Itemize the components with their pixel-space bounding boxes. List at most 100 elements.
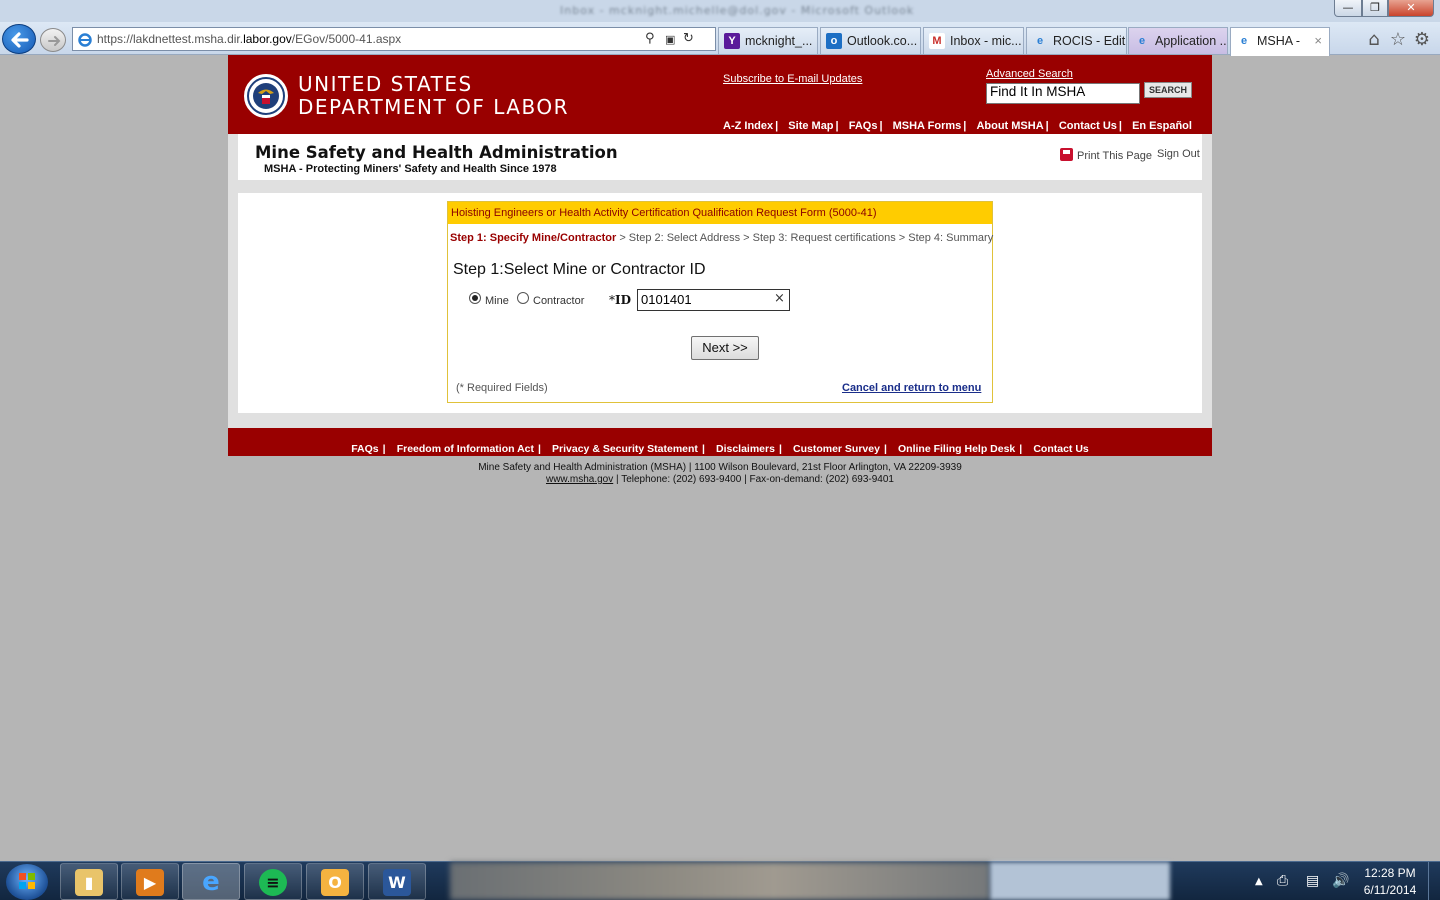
footer-help-desk[interactable]: Online Filing Help Desk [898, 443, 1015, 455]
footer-nav: FAQs | Freedom of Information Act | Privac… [228, 428, 1212, 456]
outlook-icon: o [826, 33, 842, 49]
print-label: Print This Page [1077, 150, 1153, 162]
next-button[interactable]: Next >> [691, 336, 759, 360]
arrow-right-icon [48, 36, 61, 46]
nav-contact-us[interactable]: Contact Us [1059, 120, 1117, 132]
ie-icon: e [1138, 35, 1146, 47]
show-desktop-button[interactable] [1428, 862, 1440, 900]
taskbar-media-player[interactable]: ▶ [121, 863, 179, 900]
url-text: https://lakdnettest.msha.dir.labor.gov/E… [97, 32, 402, 46]
nav-en-espanol[interactable]: En Español [1132, 120, 1192, 132]
window-titlebar: Inbox - mcknight.michelle@dol.gov - Micr… [0, 0, 1440, 22]
gear-icon[interactable]: ⚙ [1412, 30, 1432, 50]
clock-time[interactable]: 12:28 PM [1358, 866, 1422, 880]
search-button[interactable]: SEARCH [1144, 82, 1192, 98]
volume-icon[interactable]: 🔊 [1332, 873, 1349, 889]
footer-foia[interactable]: Freedom of Information Act [397, 443, 534, 455]
ie-icon: e [1240, 35, 1248, 47]
spotify-icon: ≡ [259, 869, 287, 896]
footer-contact-line: www.msha.gov | Telephone: (202) 693-9400… [228, 474, 1212, 486]
search-icon[interactable]: ⚲ [645, 31, 655, 46]
tab-label: Application ... [1155, 34, 1228, 48]
windows-taskbar: ▮ ▶ e ≡ O W ▲ ⎙ ▤ 🔊 12:28 PM 6/11/2014 [0, 861, 1440, 900]
sign-out-link[interactable]: Sign Out [1157, 148, 1200, 160]
required-fields-note: (* Required Fields) [456, 382, 548, 394]
minimize-button[interactable]: — [1334, 0, 1362, 17]
media-player-icon: ▶ [136, 869, 164, 896]
refresh-icon[interactable]: ↻ [683, 31, 694, 46]
show-hidden-icons-icon[interactable]: ▲ [1255, 876, 1263, 887]
arrow-left-icon [11, 32, 29, 48]
form-title: Hoisting Engineers or Health Activity Ce… [448, 202, 992, 224]
taskbar-word[interactable]: W [368, 863, 426, 900]
search-input[interactable]: Find It In MSHA [986, 83, 1140, 104]
taskbar-internet-explorer[interactable]: e [182, 863, 240, 900]
nav-separator: | [835, 120, 839, 132]
network-icon[interactable]: ▤ [1306, 873, 1319, 889]
clock-date[interactable]: 6/11/2014 [1358, 883, 1422, 897]
tab-yahoo[interactable]: Y mcknight_... [718, 27, 818, 54]
tab-msha[interactable]: e MSHA - × [1230, 27, 1330, 56]
footer-privacy[interactable]: Privacy & Security Statement [552, 443, 698, 455]
nav-site-map[interactable]: Site Map [788, 120, 833, 132]
taskbar-explorer[interactable]: ▮ [60, 863, 118, 900]
tab-close-icon[interactable]: × [1314, 28, 1322, 54]
cancel-return-link[interactable]: Cancel and return to menu [842, 382, 981, 394]
gmail-icon: M [929, 33, 945, 49]
dol-seal-logo[interactable] [244, 74, 288, 118]
subscribe-email-link[interactable]: Subscribe to E-mail Updates [723, 73, 862, 85]
tab-gmail[interactable]: M Inbox - mic... [923, 27, 1024, 54]
footer-separator: | [778, 443, 782, 455]
address-bar[interactable]: https://lakdnettest.msha.dir.labor.gov/E… [72, 27, 716, 51]
advanced-search-link[interactable]: Advanced Search [986, 68, 1073, 80]
id-input[interactable]: 0101401 [637, 289, 790, 311]
tab-label: MSHA - [1257, 34, 1301, 48]
ie-icon [78, 33, 92, 47]
word-icon: W [383, 869, 411, 896]
nav-about-msha[interactable]: About MSHA [976, 120, 1043, 132]
back-button[interactable] [2, 24, 36, 54]
contractor-radio[interactable] [517, 292, 529, 304]
browser-toolbar: https://lakdnettest.msha.dir.labor.gov/E… [0, 22, 1440, 56]
step-breadcrumb: Step 1: Specify Mine/Contractor > Step 2… [450, 232, 993, 244]
footer-customer-survey[interactable]: Customer Survey [793, 443, 880, 455]
print-page-link[interactable]: Print This Page [1060, 148, 1152, 162]
nav-faqs[interactable]: FAQs [849, 120, 878, 132]
footer-faqs[interactable]: FAQs [351, 443, 378, 455]
printer-tray-icon[interactable]: ⎙ [1277, 873, 1288, 889]
taskbar-spotify[interactable]: ≡ [244, 863, 302, 900]
tab-application[interactable]: e Application ... [1128, 27, 1228, 54]
nav-az-index[interactable]: A-Z Index [723, 120, 773, 132]
start-button[interactable] [6, 864, 48, 900]
nav-separator: | [775, 120, 779, 132]
ie-icon: e [202, 867, 220, 897]
favorites-star-icon[interactable]: ☆ [1388, 30, 1408, 50]
footer-contact-us[interactable]: Contact Us [1033, 443, 1088, 455]
tab-label: Inbox - mic... [950, 34, 1022, 48]
maximize-button[interactable]: ❐ [1362, 0, 1388, 17]
folder-icon: ▮ [75, 869, 103, 896]
tab-label: mcknight_... [745, 34, 813, 48]
forward-button[interactable] [40, 28, 66, 52]
nav-msha-forms[interactable]: MSHA Forms [893, 120, 962, 132]
clear-input-icon[interactable]: × [774, 291, 785, 306]
mine-radio-label: Mine [485, 295, 509, 307]
close-window-button[interactable]: ✕ [1388, 0, 1434, 17]
content-gap [228, 180, 1212, 193]
dol-title-line2: DEPARTMENT OF LABOR [298, 95, 569, 119]
msha-site-link[interactable]: www.msha.gov [546, 474, 613, 485]
nav-separator: | [879, 120, 883, 132]
lock-icon[interactable]: ▣ [665, 33, 675, 46]
yahoo-icon: Y [724, 33, 740, 49]
page: UNITED STATES DEPARTMENT OF LABOR Subscr… [228, 55, 1212, 486]
nav-separator: | [963, 120, 967, 132]
nav-separator: | [1045, 120, 1049, 132]
main-content: Hoisting Engineers or Health Activity Ce… [228, 193, 1212, 428]
home-icon[interactable]: ⌂ [1364, 30, 1384, 50]
taskbar-outlook[interactable]: O [306, 863, 364, 900]
footer-disclaimers[interactable]: Disclaimers [716, 443, 775, 455]
id-label-text: ID [615, 293, 632, 307]
mine-radio[interactable] [469, 292, 481, 304]
tab-outlook[interactable]: o Outlook.co... [820, 27, 921, 54]
tab-rocis[interactable]: e ROCIS - Edit... [1026, 27, 1127, 54]
